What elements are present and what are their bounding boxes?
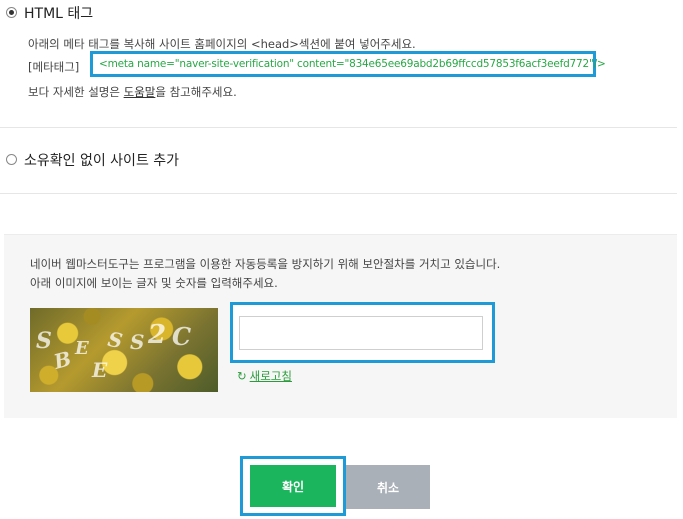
captcha-description: 네이버 웹마스터도구는 프로그램을 이용한 자동등록을 방지하기 위해 보안절차… bbox=[30, 257, 501, 271]
help-prefix: 보다 자세한 설명은 bbox=[28, 85, 124, 99]
help-link[interactable]: 도움말 bbox=[124, 85, 156, 99]
html-tag-radio[interactable] bbox=[6, 7, 17, 18]
meta-tag-code[interactable]: <meta name="naver-site-verification" con… bbox=[99, 58, 606, 70]
html-tag-option-label[interactable]: HTML 태그 bbox=[24, 3, 93, 23]
no-verify-radio[interactable] bbox=[6, 154, 17, 165]
refresh-icon: ↻ bbox=[237, 369, 247, 383]
divider-2 bbox=[0, 193, 677, 194]
confirm-button-highlight: 확인 bbox=[240, 456, 346, 516]
meta-tag-prefix: [메타태그] bbox=[28, 60, 80, 74]
captcha-input-highlight bbox=[230, 302, 495, 363]
captcha-input[interactable] bbox=[239, 316, 483, 350]
meta-instruction: 아래의 메타 태그를 복사해 사이트 홈페이지의 <head>섹션에 붙여 넣어… bbox=[28, 37, 416, 51]
refresh-label: 새로고침 bbox=[249, 369, 292, 383]
help-suffix: 을 참고해주세요. bbox=[155, 85, 237, 99]
captcha-image: S B E E S S 2 C bbox=[30, 308, 218, 392]
meta-tag-box[interactable]: <meta name="naver-site-verification" con… bbox=[90, 51, 606, 77]
captcha-instruction: 아래 이미지에 보이는 글자 및 숫자를 입력해주세요. bbox=[30, 276, 278, 290]
help-text: 보다 자세한 설명은 도움말을 참고해주세요. bbox=[28, 84, 237, 100]
confirm-button[interactable]: 확인 bbox=[250, 465, 336, 507]
cancel-button[interactable]: 취소 bbox=[346, 465, 430, 509]
no-verify-option-label[interactable]: 소유확인 없이 사이트 추가 bbox=[24, 150, 179, 170]
captcha-refresh-link[interactable]: ↻ 새로고침 bbox=[237, 368, 292, 384]
divider-1 bbox=[0, 127, 677, 128]
